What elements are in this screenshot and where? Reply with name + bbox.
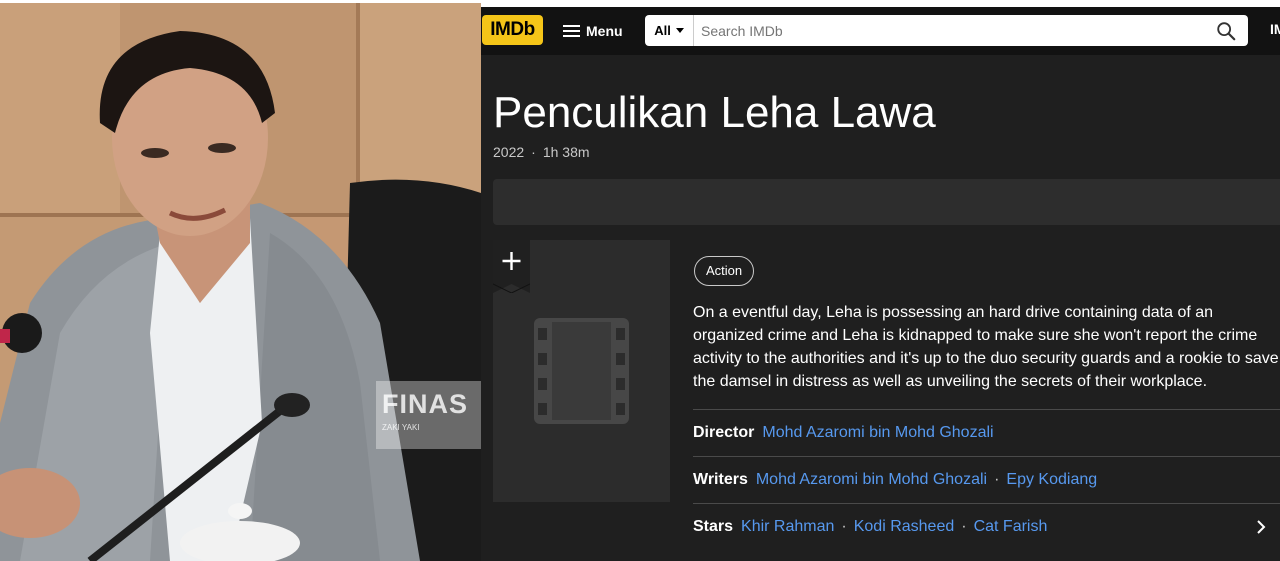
hamburger-icon	[563, 25, 580, 37]
credit-separator: ·	[841, 518, 847, 535]
star-link[interactable]: Khir Rahman	[741, 518, 834, 536]
imdb-logo[interactable]: IMDb	[482, 15, 543, 45]
writers-label: Writers	[693, 471, 748, 488]
imdb-page: IMDb Menu All IM Penculikan Leha Lawa 20…	[481, 7, 1280, 561]
photo-illustration	[0, 3, 481, 561]
director-label: Director	[693, 424, 755, 441]
search-category-label: All	[654, 23, 671, 38]
star-link[interactable]: Kodi Rasheed	[854, 518, 955, 536]
plot-summary: On a eventful day, Leha is possessing an…	[693, 304, 1279, 390]
star-link[interactable]: Cat Farish	[974, 518, 1048, 536]
menu-button[interactable]: Menu	[563, 20, 623, 42]
stars-row[interactable]: Stars Khir Rahman · Kodi Rasheed · Cat F…	[693, 503, 1280, 550]
credit-separator: ·	[994, 471, 1000, 488]
stars-label: Stars	[693, 518, 734, 535]
news-photo: FINAS ZAKI YAKI	[0, 3, 481, 561]
director-link[interactable]: Mohd Azaromi bin Mohd Ghozali	[762, 424, 993, 442]
credit-separator: ·	[961, 518, 967, 535]
search-category-dropdown[interactable]: All	[645, 15, 694, 46]
runtime: 1h 38m	[542, 144, 590, 160]
watchlist-add-icon[interactable]	[493, 240, 530, 293]
caret-down-icon	[675, 28, 684, 33]
title-meta: 2022 · 1h 38m	[493, 144, 590, 160]
top-navigation-bar: IMDb Menu All IM	[481, 7, 1280, 55]
menu-label: Menu	[586, 23, 623, 39]
search-icon[interactable]	[1215, 20, 1237, 42]
film-reel-icon	[534, 318, 629, 424]
writer-link[interactable]: Epy Kodiang	[1006, 471, 1097, 489]
writer-link[interactable]: Mohd Azaromi bin Mohd Ghozali	[756, 471, 987, 489]
watermark-text: FINAS	[382, 389, 468, 419]
genre-chip[interactable]: Action	[694, 256, 755, 286]
media-placeholder	[493, 179, 1280, 225]
director-row: Director Mohd Azaromi bin Mohd Ghozali	[693, 409, 1280, 456]
poster-placeholder[interactable]	[493, 240, 670, 502]
imdbpro-link-cut[interactable]: IM	[1270, 21, 1280, 37]
chevron-right-icon[interactable]	[1256, 520, 1266, 534]
search-bar: All	[645, 15, 1248, 46]
watermark: FINAS ZAKI YAKI	[376, 381, 481, 449]
meta-separator: ·	[531, 144, 536, 160]
release-year[interactable]: 2022	[493, 144, 524, 160]
writers-row: Writers Mohd Azaromi bin Mohd Ghozali · …	[693, 456, 1280, 503]
page-title: Penculikan Leha Lawa	[493, 88, 936, 137]
search-input[interactable]	[695, 15, 1201, 46]
watermark-subtext: ZAKI YAKI	[382, 423, 420, 432]
